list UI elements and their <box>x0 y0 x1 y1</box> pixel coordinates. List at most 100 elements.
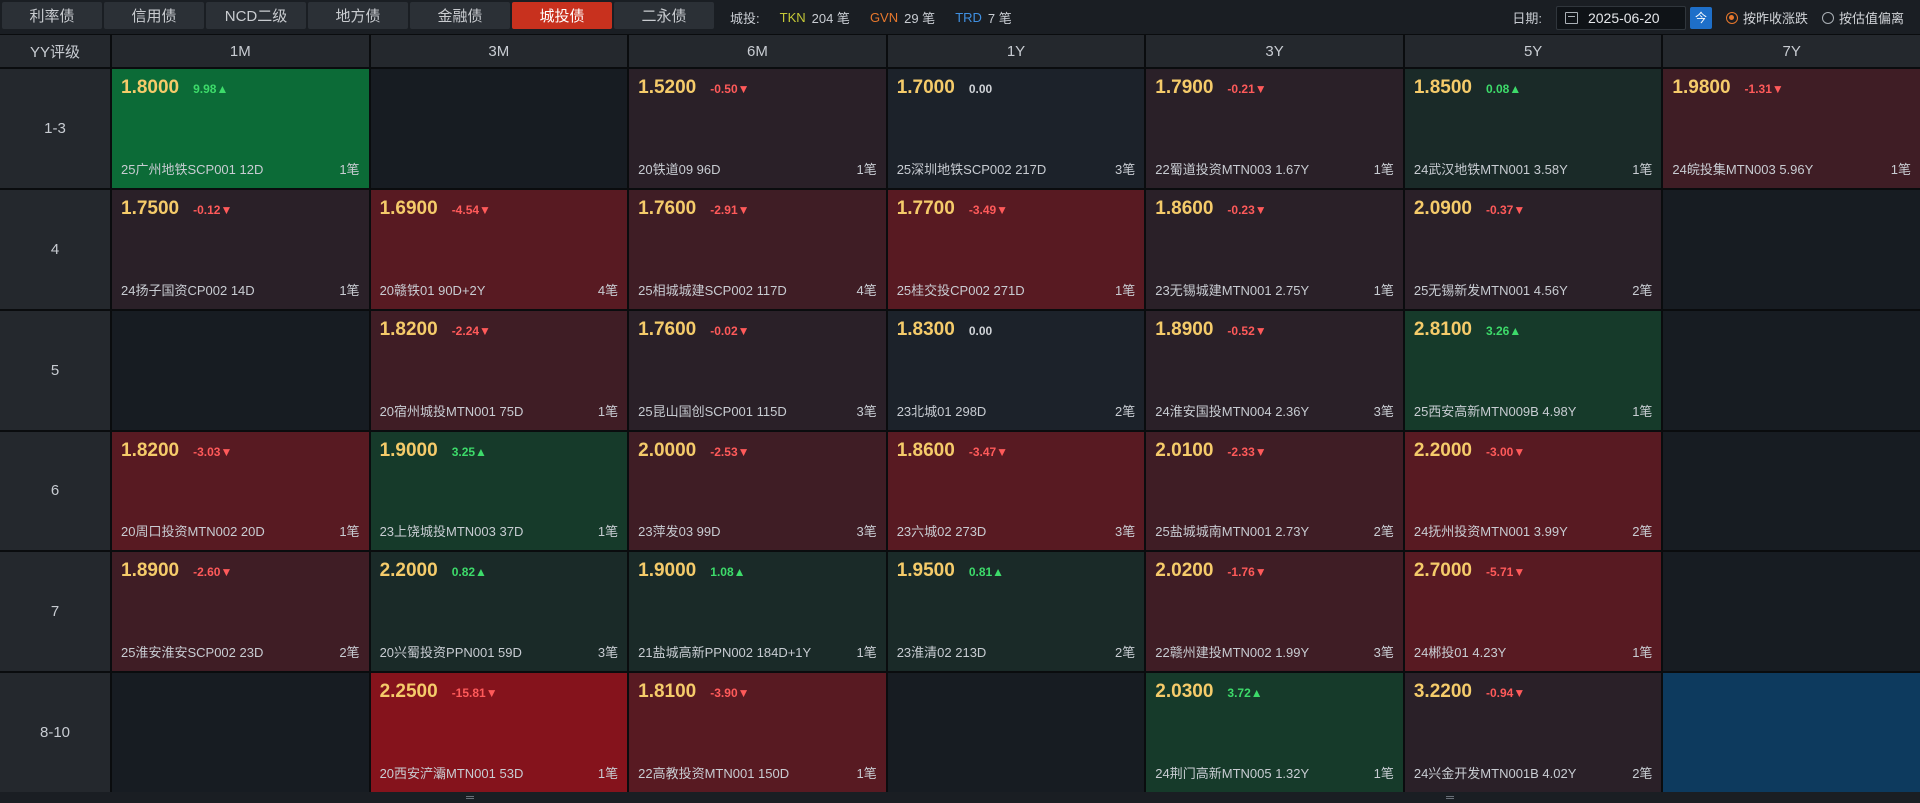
quote-topline: 1.7600 -0.02▼ <box>638 319 877 341</box>
column-header-1Y: 1Y <box>887 35 1145 67</box>
radio-selected-icon[interactable] <box>1725 11 1738 24</box>
quote-topline: 1.8600 -3.47▼ <box>897 440 1136 462</box>
bond-name: 20兴蜀投资PPN001 59D <box>379 645 522 661</box>
quote-topline: 2.2500 -15.81▼ <box>380 681 619 703</box>
empty-cell <box>112 673 369 792</box>
tab-4[interactable]: 金融债 <box>410 2 510 29</box>
quote-cell[interactable]: 1.8200 -2.24▼ 20宿州城投MTN001 75D 1笔 <box>370 310 628 430</box>
quote-cell[interactable]: 1.5200 -0.50▼ 20铁道09 96D 1笔 <box>629 69 886 188</box>
yield-value: 1.9500 <box>896 560 955 582</box>
today-button[interactable]: 今 <box>1689 6 1712 29</box>
tab-6[interactable]: 二永债 <box>614 2 714 29</box>
change-bp: -2.33▼ <box>1227 444 1267 459</box>
bond-name: 25淮安淮安SCP002 23D <box>121 645 264 661</box>
empty-cell <box>1663 189 1920 309</box>
trade-count: 2笔 <box>1632 766 1653 781</box>
quote-topline: 1.8200 -2.24▼ <box>380 319 619 341</box>
trade-count: 1笔 <box>1373 282 1394 298</box>
quote-cell[interactable]: 1.8600 -3.47▼ 23六城02 273D 3笔 <box>887 431 1145 551</box>
change-bp: 3.25▲ <box>451 444 487 459</box>
quote-cell[interactable]: 2.2500 -15.81▼ 20西安浐灞MTN001 53D 1笔 <box>370 673 628 792</box>
quote-cell[interactable]: 1.7900 -0.21▼ 22蜀道投资MTN003 1.67Y 1笔 <box>1146 69 1403 188</box>
tab-0[interactable]: 利率债 <box>2 2 102 29</box>
quote-cell[interactable]: 2.0000 -2.53▼ 23萍发03 99D 3笔 <box>629 431 886 551</box>
quote-topline: 2.0000 -2.53▼ <box>638 440 877 462</box>
quote-cell[interactable]: 2.0300 3.72▲ 24荆门高新MTN005 1.32Y 1笔 <box>1146 673 1403 792</box>
change-bp: 0.00 <box>968 82 993 96</box>
quote-cell[interactable]: 2.0100 -2.33▼ 25盐城城南MTN001 2.73Y 2笔 <box>1146 431 1403 551</box>
quote-topline: 1.8200 -3.03▼ <box>121 440 360 462</box>
radio-valuation-deviation[interactable]: 按估值偏离 <box>1821 8 1904 27</box>
quote-cell[interactable]: 1.8200 -3.03▼ 20周口投资MTN002 20D 1笔 <box>112 431 369 551</box>
quote-cell[interactable]: 1.7600 -0.02▼ 25昆山国创SCP001 115D 3笔 <box>629 310 886 430</box>
change-bp: 0.00 <box>968 323 993 338</box>
tab-1[interactable]: 信用债 <box>104 2 204 29</box>
quote-cell[interactable]: 1.7500 -0.12▼ 24扬子国资CP002 14D 1笔 <box>112 189 369 309</box>
change-bp: -5.71▼ <box>1485 565 1526 580</box>
quote-cell[interactable]: 1.9800 -1.31▼ 24皖投集MTN003 5.96Y 1笔 <box>1663 69 1920 188</box>
change-bp: 0.08▲ <box>1485 82 1522 96</box>
bottom-splitter[interactable] <box>0 792 1920 803</box>
quote-cell[interactable]: 1.6900 -4.54▼ 20赣铁01 90D+2Y 4笔 <box>370 189 628 309</box>
quote-cell[interactable]: 1.8900 -0.52▼ 24淮安国投MTN004 2.36Y 3笔 <box>1146 310 1403 430</box>
quote-cell[interactable]: 2.0900 -0.37▼ 25无锡新发MTN001 4.56Y 2笔 <box>1404 189 1662 309</box>
trade-count: 1笔 <box>1890 161 1911 177</box>
radio-label[interactable]: 按估值偏离 <box>1839 8 1904 27</box>
radio-prev-close[interactable]: 按昨收涨跌 <box>1725 8 1808 27</box>
change-bp: -2.53▼ <box>710 444 750 459</box>
yield-value: 1.8600 <box>896 439 955 461</box>
quote-cell[interactable]: 1.8300 0.00 23北城01 298D 2笔 <box>887 310 1145 430</box>
empty-cell <box>1663 552 1920 672</box>
quote-cell[interactable]: 1.7600 -2.91▼ 25相城城建SCP002 117D 4笔 <box>629 189 886 309</box>
bond-name: 20赣铁01 90D+2Y <box>379 282 486 298</box>
radio-unselected-icon[interactable] <box>1821 11 1834 24</box>
quote-cell[interactable]: 2.8100 3.26▲ 25西安高新MTN009B 4.98Y 1笔 <box>1404 310 1662 430</box>
quote-cell[interactable]: 2.2000 0.82▲ 20兴蜀投资PPN001 59D 3笔 <box>370 552 628 672</box>
quote-cell[interactable]: 1.8900 -2.60▼ 25淮安淮安SCP002 23D 2笔 <box>112 552 369 672</box>
bond-name: 20宿州城投MTN001 75D <box>379 403 524 419</box>
radio-label[interactable]: 按昨收涨跌 <box>1743 8 1808 27</box>
bond-name: 25桂交投CP002 271D <box>896 282 1025 298</box>
tab-5[interactable]: 城投债 <box>512 2 612 29</box>
quote-cell[interactable]: 3.2200 -0.94▼ 24兴金开发MTN001B 4.02Y 2笔 <box>1404 673 1662 792</box>
quote-topline: 1.8300 0.00 <box>897 319 1136 341</box>
date-value[interactable]: 2025-06-20 <box>1588 10 1660 26</box>
quote-cell[interactable]: 1.8000 9.98▲ 25广州地铁SCP001 12D 1笔 <box>112 69 369 188</box>
quote-cell[interactable]: 2.7000 -5.71▼ 24郴投01 4.23Y 1笔 <box>1404 552 1662 672</box>
tab-2[interactable]: NCD二级 <box>206 2 306 29</box>
quote-cell[interactable]: 1.9000 3.25▲ 23上饶城投MTN003 37D 1笔 <box>370 431 628 551</box>
date-picker[interactable]: 2025-06-20 <box>1555 5 1686 30</box>
quote-cell[interactable]: 1.8500 0.08▲ 24武汉地铁MTN001 3.58Y 1笔 <box>1404 69 1662 188</box>
gvn-label: GVN <box>869 9 899 25</box>
top-bar: 利率债 信用债 NCD二级 地方债 金融债 城投债 二永债 城投: TKN 204 笔 GV… <box>0 0 1920 35</box>
calendar-icon[interactable] <box>1564 11 1578 24</box>
quote-topline: 1.9500 0.81▲ <box>897 560 1136 582</box>
quote-topline: 2.8100 3.26▲ <box>1414 319 1653 341</box>
yield-value: 1.7900 <box>1155 77 1214 98</box>
quote-cell[interactable]: 1.9500 0.81▲ 23淮清02 213D 2笔 <box>887 552 1145 672</box>
trd-label: TRD <box>955 9 982 25</box>
quote-cell[interactable]: 1.7000 0.00 25深圳地铁SCP002 217D 3笔 <box>887 69 1145 188</box>
quote-topline: 1.7600 -2.91▼ <box>638 198 877 220</box>
row-header-rating: 7 <box>0 552 110 672</box>
bond-name: 24郴投01 4.23Y <box>1413 645 1507 661</box>
change-bp: -1.76▼ <box>1227 565 1267 580</box>
quote-cell[interactable]: 1.9000 1.08▲ 21盐城高新PPN002 184D+1Y 1笔 <box>629 552 886 672</box>
yield-value: 2.0300 <box>1155 681 1214 703</box>
bond-name: 23北城01 298D <box>896 403 987 419</box>
splitter-grip-icon[interactable] <box>466 796 474 799</box>
tab-3[interactable]: 地方债 <box>308 2 408 29</box>
quote-cell[interactable]: 1.8600 -0.23▼ 23无锡城建MTN001 2.75Y 1笔 <box>1146 189 1403 309</box>
trade-count: 1笔 <box>339 161 360 177</box>
change-bp: -2.60▼ <box>193 565 233 580</box>
quote-cell[interactable]: 2.0200 -1.76▼ 22赣州建投MTN002 1.99Y 3笔 <box>1146 552 1403 672</box>
trade-count: 1笔 <box>339 282 360 298</box>
quote-cell[interactable]: 2.2000 -3.00▼ 24抚州投资MTN001 3.99Y 2笔 <box>1404 431 1662 551</box>
trade-count: 1笔 <box>1373 161 1394 177</box>
trade-count: 2笔 <box>339 645 360 661</box>
row-header-rating: 6 <box>0 431 110 551</box>
quote-cell[interactable]: 1.7700 -3.49▼ 25桂交投CP002 271D 1笔 <box>887 189 1145 309</box>
trade-count: 1笔 <box>1632 403 1653 419</box>
quote-cell[interactable]: 1.8100 -3.90▼ 22高教投资MTN001 150D 1笔 <box>629 673 886 792</box>
splitter-grip-icon[interactable] <box>1446 796 1454 799</box>
